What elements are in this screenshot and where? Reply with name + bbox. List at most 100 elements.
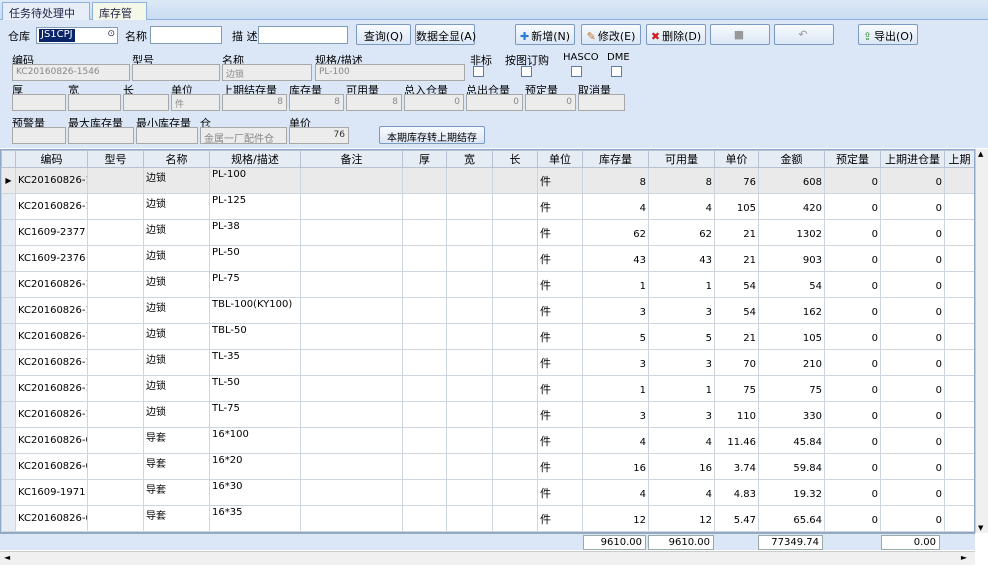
cell-prev-x[interactable] — [944, 167, 974, 194]
cell-stock[interactable]: 5 — [582, 323, 649, 350]
cell-amount[interactable]: 162 — [758, 297, 825, 324]
cell-length[interactable] — [492, 167, 538, 194]
cell-note[interactable] — [300, 245, 403, 272]
cell-name[interactable]: 边锁 — [143, 349, 210, 376]
cell-price[interactable]: 4.83 — [714, 479, 759, 506]
cell-note[interactable] — [300, 505, 403, 532]
table-row[interactable]: KC1609-1971 导套 16*30 件 4 4 4.83 19.32 0 0 — [1, 479, 974, 506]
cell-avail[interactable]: 4 — [648, 193, 715, 220]
row-selector[interactable]: ▶ — [1, 167, 16, 194]
add-button[interactable]: ✚ 新增(N) — [515, 24, 575, 45]
cell-spec[interactable]: TBL-50 — [209, 323, 301, 350]
cell-prev-x[interactable] — [944, 375, 974, 402]
cell-name[interactable]: 边锁 — [143, 401, 210, 428]
cell-thick[interactable] — [402, 453, 447, 480]
cell-spec[interactable]: PL-50 — [209, 245, 301, 272]
row-selector[interactable] — [1, 349, 16, 376]
cell-reserved[interactable]: 0 — [824, 401, 881, 428]
cell-prev-in[interactable]: 0 — [880, 453, 945, 480]
cell-model[interactable] — [87, 349, 144, 376]
row-selector[interactable] — [1, 271, 16, 298]
max-stock-field[interactable] — [68, 127, 134, 144]
cell-spec[interactable]: TBL-100(KY100) — [209, 297, 301, 324]
column-header[interactable]: 规格/描述 — [209, 150, 301, 168]
cell-width[interactable] — [446, 167, 493, 194]
cell-width[interactable] — [446, 349, 493, 376]
cell-price[interactable]: 75 — [714, 375, 759, 402]
cell-amount[interactable]: 420 — [758, 193, 825, 220]
cell-code[interactable]: KC20160826-1546 — [15, 167, 88, 194]
cell-prev-x[interactable] — [944, 271, 974, 298]
cell-width[interactable] — [446, 479, 493, 506]
table-row[interactable]: ▶KC20160826-1546边锁PL-100件887660800 — [1, 167, 974, 194]
cell-name[interactable]: 边锁 — [143, 245, 210, 272]
table-row[interactable]: KC1609-2377 边锁 PL-38 件 62 62 21 1302 0 0 — [1, 219, 974, 246]
cell-reserved[interactable]: 0 — [824, 219, 881, 246]
total-in-field[interactable]: 0 — [404, 94, 464, 111]
cell-code[interactable]: KC20160826-1540 — [15, 375, 88, 402]
cell-width[interactable] — [446, 323, 493, 350]
table-row[interactable]: KC20160826-1547边锁PL-125件4410542000 — [1, 193, 974, 220]
cell-note[interactable] — [300, 193, 403, 220]
cell-length[interactable] — [492, 323, 538, 350]
cell-note[interactable] — [300, 297, 403, 324]
cell-model[interactable] — [87, 453, 144, 480]
cell-price[interactable]: 21 — [714, 323, 759, 350]
cell-code[interactable]: KC20160826-1537 — [15, 323, 88, 350]
transfer-stock-button[interactable]: 本期库存转上期结存 — [379, 126, 485, 144]
cell-prev-in[interactable]: 0 — [880, 401, 945, 428]
cell-reserved[interactable]: 0 — [824, 271, 881, 298]
cell-reserved[interactable]: 0 — [824, 427, 881, 454]
cell-thick[interactable] — [402, 271, 447, 298]
cell-code[interactable]: KC20160826-0743 — [15, 453, 88, 480]
cell-length[interactable] — [492, 453, 538, 480]
cell-avail[interactable]: 4 — [648, 479, 715, 506]
column-header[interactable]: 可用量 — [648, 150, 715, 168]
cell-stock[interactable]: 3 — [582, 297, 649, 324]
cell-thick[interactable] — [402, 375, 447, 402]
cancel-field[interactable] — [578, 94, 625, 111]
cell-price[interactable]: 21 — [714, 245, 759, 272]
cell-code[interactable]: KC1609-2376 — [15, 245, 88, 272]
row-selector[interactable] — [1, 453, 16, 480]
cell-prev-x[interactable] — [944, 427, 974, 454]
column-header[interactable]: 单位 — [537, 150, 583, 168]
cell-amount[interactable]: 903 — [758, 245, 825, 272]
cell-length[interactable] — [492, 219, 538, 246]
cell-name[interactable]: 导套 — [143, 427, 210, 454]
cell-name[interactable]: 导套 — [143, 453, 210, 480]
row-selector[interactable] — [1, 297, 16, 324]
delete-button[interactable]: ✖ 删除(D) — [646, 24, 706, 45]
cell-thick[interactable] — [402, 479, 447, 506]
cell-amount[interactable]: 210 — [758, 349, 825, 376]
cell-note[interactable] — [300, 401, 403, 428]
table-row[interactable]: KC20160826-0743导套16*20件16163.7459.8400 — [1, 453, 974, 480]
cell-note[interactable] — [300, 375, 403, 402]
cell-length[interactable] — [492, 427, 538, 454]
cell-unit[interactable]: 件 — [537, 297, 583, 324]
cell-unit[interactable]: 件 — [537, 479, 583, 506]
column-header[interactable]: 单价 — [714, 150, 759, 168]
cell-model[interactable] — [87, 297, 144, 324]
cell-prev-x[interactable] — [944, 401, 974, 428]
cell-amount[interactable]: 19.32 — [758, 479, 825, 506]
column-header[interactable]: 上期进仓量 — [880, 150, 945, 168]
cell-amount[interactable]: 54 — [758, 271, 825, 298]
row-selector[interactable] — [1, 505, 16, 532]
cell-price[interactable]: 70 — [714, 349, 759, 376]
table-row[interactable]: KC20160826-1540边锁TL-50件11757500 — [1, 375, 974, 402]
row-selector[interactable] — [1, 323, 16, 350]
cell-name[interactable]: 导套 — [143, 479, 210, 506]
cell-model[interactable] — [87, 375, 144, 402]
cell-length[interactable] — [492, 271, 538, 298]
cell-stock[interactable]: 1 — [582, 375, 649, 402]
table-row[interactable]: KC20160826-1541边锁TL-75件3311033000 — [1, 401, 974, 428]
cell-avail[interactable]: 12 — [648, 505, 715, 532]
cell-thick[interactable] — [402, 401, 447, 428]
unit-field[interactable]: 件 — [171, 94, 220, 111]
cell-spec[interactable]: TL-50 — [209, 375, 301, 402]
cell-stock[interactable]: 62 — [582, 219, 649, 246]
cell-amount[interactable]: 65.64 — [758, 505, 825, 532]
cell-price[interactable]: 54 — [714, 297, 759, 324]
row-selector[interactable] — [1, 401, 16, 428]
